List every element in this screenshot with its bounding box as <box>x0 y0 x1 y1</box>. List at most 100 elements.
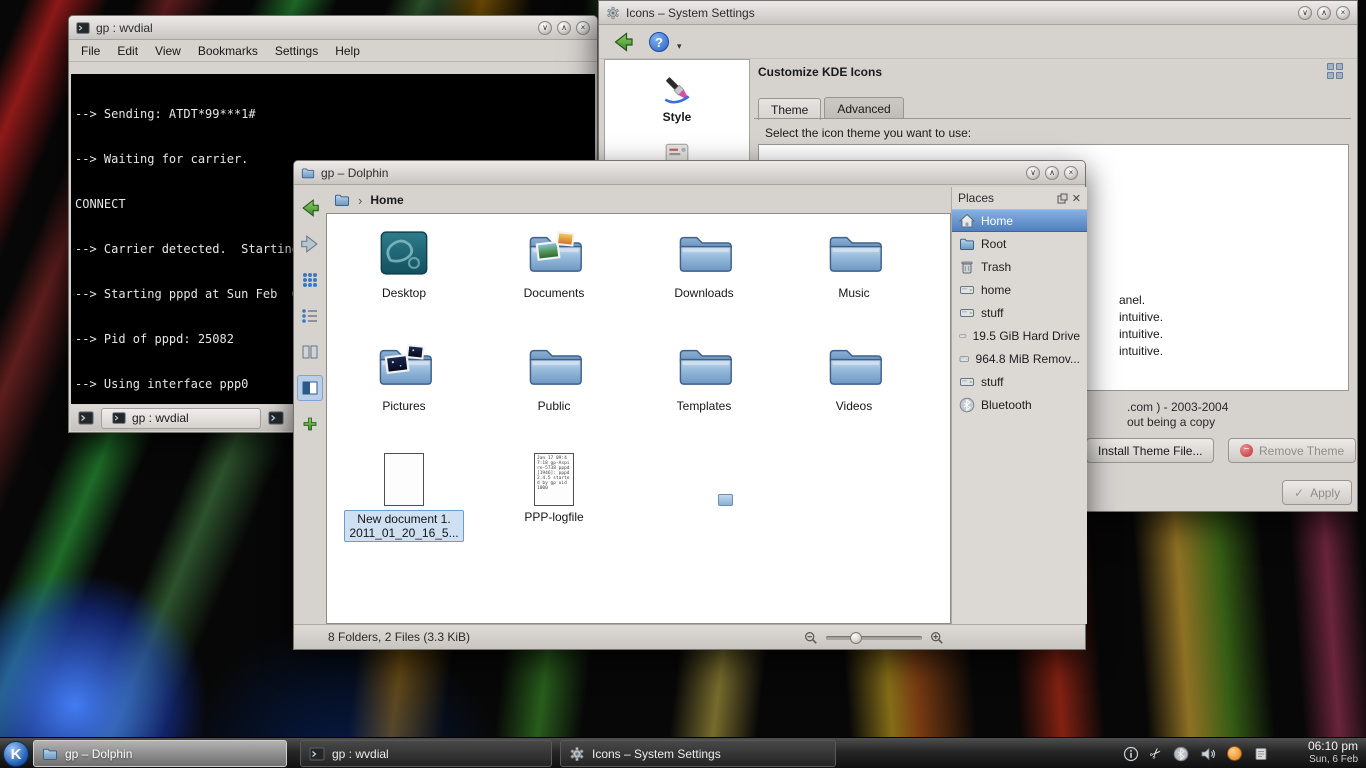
style-icon[interactable] <box>660 72 694 106</box>
add-button[interactable] <box>297 411 323 437</box>
folder-item[interactable]: Public <box>479 331 629 444</box>
folder-item[interactable]: Videos <box>779 331 929 444</box>
folder-item[interactable]: Desktop <box>329 218 479 331</box>
places-item-hard-drive[interactable]: 19.5 GiB Hard Drive <box>952 324 1087 347</box>
file-item-label: Pictures <box>382 399 425 413</box>
install-theme-button[interactable]: Install Theme File... <box>1086 438 1214 463</box>
folder-item[interactable]: Downloads <box>629 218 779 331</box>
minimize-button[interactable]: ∨ <box>1026 166 1040 180</box>
apply-button[interactable]: ✓ Apply <box>1282 480 1352 505</box>
menu-view[interactable]: View <box>155 44 181 58</box>
dolphin-titlebar[interactable]: gp – Dolphin ∨ ∧ × <box>294 161 1085 185</box>
menu-help[interactable]: Help <box>335 44 360 58</box>
close-button[interactable]: × <box>576 21 590 35</box>
help-button[interactable]: ? <box>649 32 669 52</box>
zoom-slider[interactable] <box>826 636 922 640</box>
places-folder-icon[interactable] <box>334 192 350 208</box>
folder-icon <box>525 337 583 395</box>
terminal-tab-label: gp : wvdial <box>132 411 189 425</box>
close-button[interactable]: × <box>1064 166 1078 180</box>
file-item-selected[interactable]: New document 1. 2011_01_20_16_5... <box>329 444 479 557</box>
zoom-slider-handle[interactable] <box>850 632 862 644</box>
overview-grid-button[interactable] <box>1327 63 1343 79</box>
menu-settings[interactable]: Settings <box>275 44 318 58</box>
columns-view-button[interactable] <box>297 339 323 365</box>
breadcrumb-home[interactable]: Home <box>370 193 403 207</box>
maximize-button[interactable]: ∧ <box>557 21 571 35</box>
folder-item[interactable]: Music <box>779 218 929 331</box>
task-label: Icons – System Settings <box>592 747 721 761</box>
minimize-button[interactable]: ∨ <box>1298 6 1312 20</box>
zoom-out-icon[interactable] <box>804 631 818 645</box>
info-icon[interactable] <box>1123 746 1139 762</box>
places-item-stuff[interactable]: stuff <box>952 301 1087 324</box>
places-item-home-partition[interactable]: home <box>952 278 1087 301</box>
clock-date: Sun, 6 Feb <box>1308 753 1358 766</box>
klipper-scissors-icon[interactable]: ✂ <box>1146 743 1166 763</box>
icons-view-button[interactable] <box>297 267 323 293</box>
text-file-icon: Jan 17 09:47:18 gp-Aspire-5738 pppd[1946… <box>534 453 574 506</box>
remove-theme-button[interactable]: − Remove Theme <box>1228 438 1356 463</box>
clock-time: 06:10 pm <box>1308 740 1358 753</box>
minimize-button[interactable]: ∨ <box>538 21 552 35</box>
zoom-in-icon[interactable] <box>930 631 944 645</box>
theme-list-row-fragment: intuitive. <box>1119 344 1163 358</box>
columns-view-icon <box>301 343 319 361</box>
taskbar-task-system-settings[interactable]: Icons – System Settings <box>560 740 836 767</box>
split-view-icon <box>301 379 319 397</box>
volume-icon[interactable] <box>1200 746 1216 762</box>
settings-titlebar[interactable]: Icons – System Settings ∨ ∧ × <box>599 1 1357 25</box>
places-item-home[interactable]: Home <box>952 209 1087 232</box>
places-item-removable[interactable]: 964.8 MiB Remov... <box>952 347 1087 370</box>
close-button[interactable]: × <box>1336 6 1350 20</box>
details-view-button[interactable] <box>297 303 323 329</box>
menu-edit[interactable]: Edit <box>117 44 138 58</box>
menu-file[interactable]: File <box>81 44 100 58</box>
clock[interactable]: 06:10 pm Sun, 6 Feb <box>1308 740 1358 766</box>
folder-item[interactable]: Pictures <box>329 331 479 444</box>
dolphin-window-title: gp – Dolphin <box>321 166 388 180</box>
tab-advanced[interactable]: Advanced <box>824 97 903 119</box>
close-panel-button[interactable]: ✕ <box>1072 192 1081 205</box>
split-view-button[interactable] <box>297 375 323 401</box>
app-launcher-button[interactable]: K <box>3 741 29 767</box>
file-item[interactable]: Jan 17 09:47:18 gp-Aspire-5738 pppd[1946… <box>479 444 629 557</box>
folder-item[interactable]: Documents <box>479 218 629 331</box>
taskbar-task-dolphin[interactable]: gp – Dolphin <box>33 740 287 767</box>
taskbar-task-wvdial[interactable]: gp : wvdial <box>300 740 552 767</box>
chevron-right-icon: › <box>358 193 362 208</box>
updates-icon[interactable] <box>1227 746 1242 761</box>
places-item-trash[interactable]: Trash <box>952 255 1087 278</box>
back-button[interactable] <box>611 30 635 54</box>
settings-window-title: Icons – System Settings <box>626 6 755 20</box>
arrow-right-icon <box>299 233 321 255</box>
back-button[interactable] <box>297 195 323 221</box>
places-item-label: 19.5 GiB Hard Drive <box>973 329 1080 343</box>
bluetooth-icon[interactable] <box>1173 746 1189 762</box>
places-item-bluetooth[interactable]: Bluetooth <box>952 393 1087 416</box>
apply-label: Apply <box>1310 486 1340 500</box>
maximize-button[interactable]: ∧ <box>1317 6 1331 20</box>
tab-theme[interactable]: Theme <box>758 98 821 120</box>
theme-list-row-fragment: anel. <box>1119 293 1145 307</box>
chevron-down-icon[interactable]: ▾ <box>677 41 682 52</box>
float-panel-button[interactable] <box>1057 193 1068 204</box>
folder-icon <box>825 224 883 282</box>
device-notifier-icon[interactable] <box>1253 746 1269 762</box>
folder-item[interactable]: Templates <box>629 331 779 444</box>
places-item-label: Trash <box>981 260 1011 274</box>
dolphin-folder-view[interactable]: Desktop Documents Downloads Music Pictur… <box>326 213 951 624</box>
forward-button[interactable] <box>297 231 323 257</box>
places-item-root[interactable]: Root <box>952 232 1087 255</box>
blank-file-icon <box>384 453 424 506</box>
sidebar-item-style[interactable]: Style <box>663 110 692 124</box>
maximize-button[interactable]: ∧ <box>1045 166 1059 180</box>
menu-bookmarks[interactable]: Bookmarks <box>198 44 258 58</box>
tab-list-button[interactable] <box>264 408 288 429</box>
places-item-stuff-2[interactable]: stuff <box>952 370 1087 393</box>
terminal-titlebar[interactable]: gp : wvdial ∨ ∧ × <box>69 16 597 40</box>
new-tab-button[interactable] <box>74 408 98 429</box>
settings-tabs: Theme Advanced <box>758 95 907 119</box>
places-item-label: stuff <box>981 375 1003 389</box>
terminal-tab[interactable]: gp : wvdial <box>101 408 261 429</box>
